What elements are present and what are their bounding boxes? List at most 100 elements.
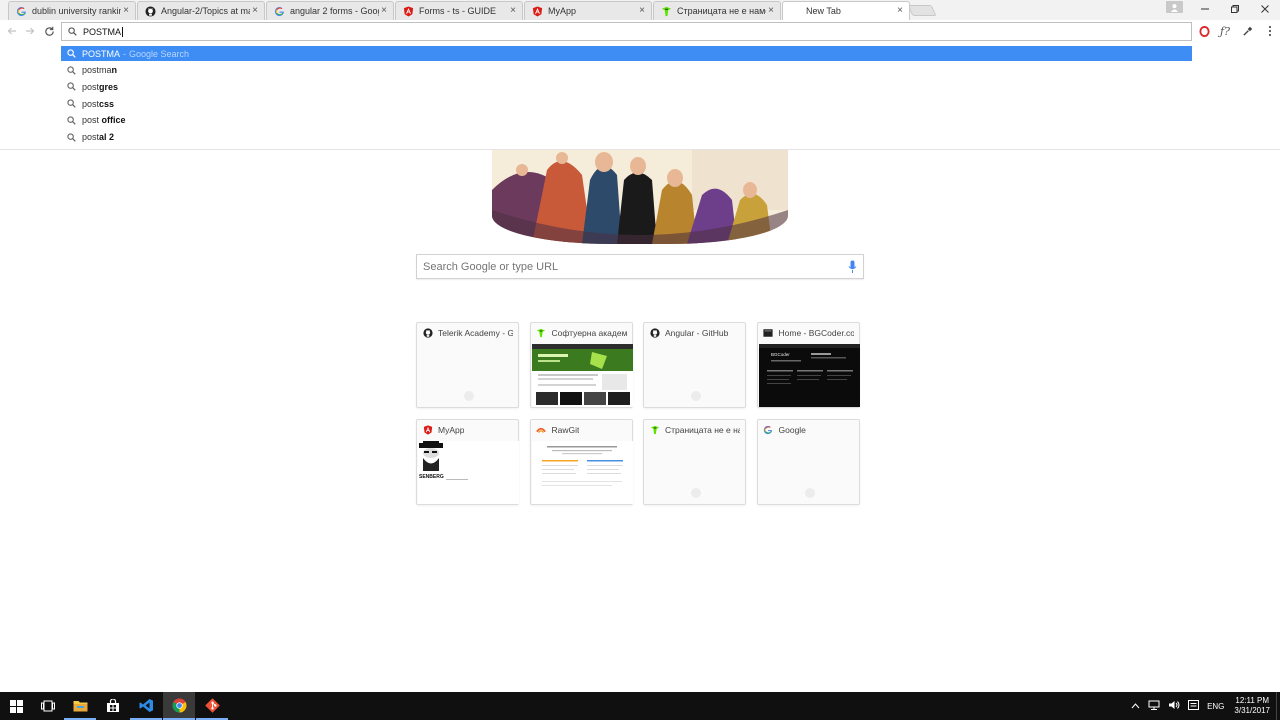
clock[interactable]: 12:11 PM 3/31/2017 <box>1234 696 1270 716</box>
suggestion-text: post office <box>82 115 126 125</box>
suggestion-completion: al 2 <box>99 132 115 142</box>
eyedropper-icon <box>1242 26 1252 36</box>
tab-title: Angular-2/Topics at mas <box>161 6 250 16</box>
voice-search-button[interactable] <box>848 260 857 277</box>
omnibox-suggestion[interactable]: postgres <box>61 79 1192 94</box>
browser-tab[interactable]: New Tab × <box>782 1 910 20</box>
omnibox-suggestion[interactable]: post office <box>61 113 1192 128</box>
browser-tab[interactable]: MyApp × <box>524 1 652 20</box>
tab-favicon <box>531 5 543 17</box>
language-indicator[interactable]: ENG <box>1207 702 1224 711</box>
browser-tab[interactable]: Страницата не е намер × <box>653 1 781 20</box>
tab-close-button[interactable]: × <box>766 6 776 16</box>
tile-placeholder-dot <box>691 488 701 498</box>
tab-favicon <box>402 5 414 17</box>
reload-icon <box>44 26 54 36</box>
ntp-search-box[interactable] <box>416 254 864 279</box>
browser-tab[interactable]: Angular-2/Topics at mas × <box>137 1 265 20</box>
taskbar-windows-start-button[interactable] <box>0 692 32 720</box>
search-icon <box>67 66 76 75</box>
most-visited-tile[interactable]: Софтуерна академия <box>529 322 633 408</box>
formula-extension[interactable]: ƒ? <box>1217 23 1233 39</box>
most-visited-tile[interactable]: Страницата не е нам <box>643 419 746 505</box>
myapp-caption: SENBERG <box>419 474 444 480</box>
tab-title: MyApp <box>548 6 577 16</box>
eyedropper-extension[interactable] <box>1239 23 1255 39</box>
tab-close-button[interactable]: × <box>121 6 131 16</box>
omnibox-suggestion[interactable]: POSTMA - Google Search <box>61 46 1192 61</box>
user-profile-button[interactable] <box>1166 1 1183 13</box>
tab-title: dublin university ranking <box>32 6 121 16</box>
suggestion-description: Google Search <box>129 48 190 59</box>
bgcoder-site-thumbnail: BGCoder <box>758 344 860 407</box>
tile-title: MyApp <box>438 425 465 435</box>
function-icon: ƒ? <box>1220 24 1230 38</box>
suggestion-separator: - <box>123 48 127 59</box>
browser-tab[interactable]: Forms - ts - GUIDE × <box>395 1 523 20</box>
opera-vpn-extension[interactable] <box>1196 23 1212 39</box>
tab-close-button[interactable]: × <box>895 6 905 16</box>
chrome-menu-button[interactable] <box>1262 23 1278 39</box>
volume-button[interactable] <box>1168 700 1180 712</box>
suggestion-text: postcss <box>82 99 114 109</box>
angular-icon <box>403 5 413 17</box>
most-visited-tile[interactable]: Home - BGCoder.com BGCoder <box>756 322 860 408</box>
omnibox-suggestion[interactable]: postman <box>61 63 1192 78</box>
show-desktop-button[interactable] <box>1276 692 1280 720</box>
minimize-button[interactable] <box>1190 4 1220 17</box>
most-visited-tile[interactable]: Telerik Academy - Git <box>416 322 519 408</box>
action-center-button[interactable] <box>1188 700 1200 712</box>
address-bar[interactable]: POSTMA <box>61 22 1192 41</box>
network-button[interactable] <box>1148 700 1160 712</box>
close-icon <box>1261 4 1269 13</box>
opera-icon <box>1198 25 1210 37</box>
most-visited-tile[interactable]: MyApp SENBERG <box>416 419 519 505</box>
taskbar-file-explorer-button[interactable] <box>64 692 96 720</box>
browser-tab[interactable]: angular 2 forms - Googl × <box>266 1 394 20</box>
new-tab-button[interactable] <box>907 5 937 16</box>
browser-tab[interactable]: dublin university ranking × <box>8 1 136 20</box>
tile-thumbnail <box>418 344 517 406</box>
omnibox-suggestion[interactable]: postcss <box>61 96 1192 111</box>
telerik-ninja-icon <box>650 425 659 435</box>
taskbar-task-view-button[interactable] <box>32 692 64 720</box>
back-button[interactable] <box>4 23 20 39</box>
tab-close-button[interactable]: × <box>508 6 518 16</box>
tab-close-button[interactable]: × <box>250 6 260 16</box>
taskbar-store-button[interactable] <box>97 692 129 720</box>
reload-button[interactable] <box>41 23 57 39</box>
google-doodle[interactable] <box>492 150 788 244</box>
github-icon <box>144 5 156 17</box>
rawgit-icon <box>536 427 546 433</box>
tile-thumbnail: BGCoder <box>758 344 860 407</box>
tile-header: Google <box>758 420 859 440</box>
omnibox-suggestion[interactable]: postal 2 <box>61 130 1192 145</box>
tray-overflow-button[interactable] <box>1131 702 1140 711</box>
tile-title: Софтуерна академия <box>551 328 627 338</box>
tile-header: Страницата не е нам <box>644 420 745 440</box>
suggestion-text: postal 2 <box>82 132 114 142</box>
windows-start-icon <box>9 699 23 713</box>
restore-button[interactable] <box>1220 4 1250 17</box>
most-visited-tile[interactable]: RawGit <box>529 419 633 505</box>
most-visited-tile[interactable]: Google <box>756 419 860 505</box>
close-window-button[interactable] <box>1250 4 1280 17</box>
search-icon <box>67 132 76 142</box>
suggestion-typed: post <box>82 115 100 126</box>
tile-placeholder-dot <box>464 391 474 401</box>
ntp-search-input[interactable] <box>423 260 843 273</box>
tile-header: Angular - GitHub <box>644 323 745 343</box>
taskbar-chrome-button[interactable] <box>163 692 195 720</box>
tab-close-button[interactable]: × <box>637 6 647 16</box>
tile-title: Google <box>778 425 806 435</box>
most-visited-tile[interactable]: Angular - GitHub <box>643 322 746 408</box>
forward-button[interactable] <box>22 23 38 39</box>
tab-close-button[interactable]: × <box>379 6 389 16</box>
vscode-icon <box>139 698 153 712</box>
tile-favicon <box>763 328 774 339</box>
suggestion-completion: n <box>111 65 118 76</box>
taskbar-git-button[interactable] <box>196 692 228 720</box>
search-icon <box>67 49 76 58</box>
taskbar-vscode-button[interactable] <box>130 692 162 720</box>
tile-favicon <box>649 425 660 436</box>
